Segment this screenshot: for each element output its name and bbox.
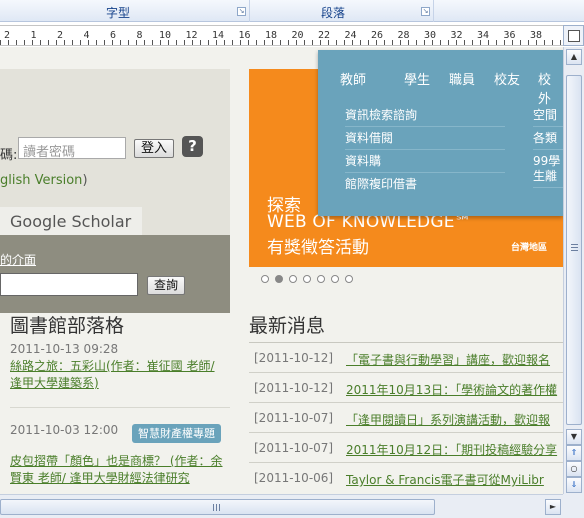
ribbon-group-font: 字型 ↘ bbox=[0, 0, 250, 22]
scroll-up-icon[interactable]: ▲ bbox=[566, 49, 582, 65]
next-page-icon[interactable]: ⇓ bbox=[566, 477, 582, 493]
blog-tag-badge[interactable]: 智慧財產權專題 bbox=[132, 424, 221, 443]
news-date: [2011-10-12] bbox=[254, 351, 334, 365]
tab-google-scholar[interactable]: Google Scholar bbox=[0, 207, 142, 235]
menu-item-space[interactable]: 空間 bbox=[533, 106, 563, 127]
news-date: [2011-10-07] bbox=[254, 441, 334, 455]
news-title[interactable]: 「逢甲閱讀日」系列演講活動，歡迎報 bbox=[346, 411, 550, 428]
news-title[interactable]: 「電子書與行動學習」講座，歡迎報名 bbox=[346, 351, 550, 368]
news-title[interactable]: Taylor & Francis電子書可從MyiLibr bbox=[346, 471, 544, 488]
scroll-down-icon[interactable]: ▼ bbox=[566, 429, 582, 445]
document-page: 碼: 讀者密碼 登入 ? glish Version) Google Schol… bbox=[0, 47, 563, 494]
ribbon-group-paragraph-label: 段落 bbox=[321, 6, 346, 20]
carousel-dot[interactable] bbox=[275, 275, 283, 283]
news-item: [2011-10-06] Taylor & Francis電子書可從MyiLib… bbox=[249, 463, 563, 493]
menu-item-categories[interactable]: 各類 bbox=[533, 129, 563, 150]
search-button[interactable]: 查詢 bbox=[147, 276, 185, 295]
carousel-dot[interactable] bbox=[317, 275, 325, 283]
horizontal-scroll-thumb[interactable] bbox=[0, 499, 435, 515]
banner-line-3: 有獎徵答活動 bbox=[267, 238, 369, 258]
banner-region: 台灣地區 bbox=[511, 243, 548, 253]
blog-divider bbox=[10, 407, 230, 408]
ribbon-group-font-label: 字型 bbox=[106, 6, 131, 20]
news-heading: 最新消息 bbox=[249, 315, 326, 337]
grip-icon bbox=[571, 244, 578, 252]
carousel-dot[interactable] bbox=[303, 275, 311, 283]
paragraph-dialog-launcher-icon[interactable]: ↘ bbox=[421, 7, 430, 16]
search-input[interactable] bbox=[0, 273, 138, 296]
menu-item-interlibrary[interactable]: 館際複印借書 bbox=[345, 175, 505, 195]
menu-tab-students[interactable]: 學生 bbox=[404, 69, 430, 88]
menu-tab-staff[interactable]: 職員 bbox=[449, 69, 475, 88]
menu-tab-alumni[interactable]: 校友 bbox=[494, 69, 520, 88]
word-document-window: 字型 ↘ 段落 ↘ 2 1 2 4 6 8 10 12 14 16 18 20 22 24 26 28 30 32… bbox=[0, 0, 584, 518]
vertical-scrollbar[interactable]: ▲ ▼ ⇑ ○ ⇓ bbox=[563, 47, 584, 494]
horizontal-scrollbar[interactable]: ► bbox=[0, 494, 563, 518]
password-label: 碼: bbox=[0, 148, 18, 163]
news-item: [2011-10-07] 「逢甲閱讀日」系列演講活動，歡迎報 bbox=[249, 403, 563, 433]
news-item: [2011-10-12] 「電子書與行動學習」講座，歡迎報名 bbox=[249, 343, 563, 373]
password-input[interactable]: 讀者密碼 bbox=[18, 137, 126, 160]
vertical-scroll-thumb[interactable] bbox=[566, 75, 582, 425]
horizontal-ruler[interactable]: 2 1 2 4 6 8 10 12 14 16 18 20 22 24 26 28 30 32 34 36 38 bbox=[0, 25, 563, 46]
grip-icon bbox=[213, 504, 221, 511]
carousel-dot[interactable] bbox=[345, 275, 353, 283]
carousel-dot[interactable] bbox=[331, 275, 339, 283]
ruler-ticks bbox=[0, 40, 563, 45]
blog-heading: 圖書館部落格 bbox=[10, 315, 125, 337]
carousel-dot[interactable] bbox=[289, 275, 297, 283]
news-title[interactable]: 2011年10月13日：「學術論文的著作權 bbox=[346, 381, 557, 398]
menu-tab-teachers[interactable]: 教師 bbox=[340, 69, 366, 88]
help-icon[interactable]: ? bbox=[182, 136, 203, 157]
login-panel: 碼: 讀者密碼 登入 ? glish Version) Google Schol… bbox=[0, 69, 230, 313]
font-dialog-launcher-icon[interactable]: ↘ bbox=[237, 7, 246, 16]
blog-title-1[interactable]: 絲路之旅：五彩山(作者：崔征國 老師/ 逢甲大學建築系) bbox=[10, 358, 230, 392]
previous-page-icon[interactable]: ⇑ bbox=[566, 445, 582, 461]
ribbon-group-bar: 字型 ↘ 段落 ↘ bbox=[0, 0, 584, 22]
carousel-dot[interactable] bbox=[261, 275, 269, 283]
news-date: [2011-10-07] bbox=[254, 411, 334, 425]
menu-item-leave[interactable]: 生離 bbox=[533, 167, 563, 188]
view-ruler-toggle-icon[interactable] bbox=[563, 25, 584, 46]
login-button[interactable]: 登入 bbox=[134, 139, 174, 158]
news-item: [2011-10-07] 2011年10月12日：「期刊投稿經驗分享 bbox=[249, 433, 563, 463]
blog-date-1: 2011-10-13 09:28 bbox=[10, 342, 119, 356]
news-date: [2011-10-06] bbox=[254, 471, 334, 485]
blog-date-2: 2011-10-03 12:00 bbox=[10, 423, 119, 437]
carousel-dots bbox=[249, 267, 563, 293]
scroll-right-icon[interactable]: ► bbox=[545, 499, 561, 515]
select-browse-object-icon[interactable]: ○ bbox=[566, 461, 582, 477]
menu-tab-external[interactable]: 校外 bbox=[538, 69, 563, 107]
english-version-paren: ) bbox=[82, 173, 88, 188]
english-version-link-text: glish Version bbox=[0, 173, 83, 188]
news-title[interactable]: 2011年10月12日：「期刊投稿經驗分享 bbox=[346, 441, 557, 458]
interface-link[interactable]: 的介面 bbox=[0, 251, 36, 268]
ribbon-group-paragraph: 段落 ↘ bbox=[250, 0, 434, 22]
english-version-link[interactable]: glish Version) bbox=[0, 173, 88, 188]
menu-item-reference[interactable]: 資訊檢索諮詢 bbox=[345, 106, 505, 127]
menu-item-acquisition[interactable]: 資料購 bbox=[345, 152, 505, 173]
menu-item-borrowing[interactable]: 資料借閱 bbox=[345, 129, 505, 150]
blog-title-2[interactable]: 皮包摺帶「顏色」也是商標？ (作者：余賢東 老師/ 逢甲大學財經法律研究 bbox=[10, 453, 230, 487]
scrollbar-corner bbox=[563, 494, 584, 518]
dropdown-menu: 教師 學生 職員 校友 校外 資訊檢索諮詢 資料借閱 資料購 館際複印借書 空間… bbox=[318, 50, 563, 216]
news-date: [2011-10-12] bbox=[254, 381, 334, 395]
news-item: [2011-10-12] 2011年10月13日：「學術論文的著作權 bbox=[249, 373, 563, 403]
